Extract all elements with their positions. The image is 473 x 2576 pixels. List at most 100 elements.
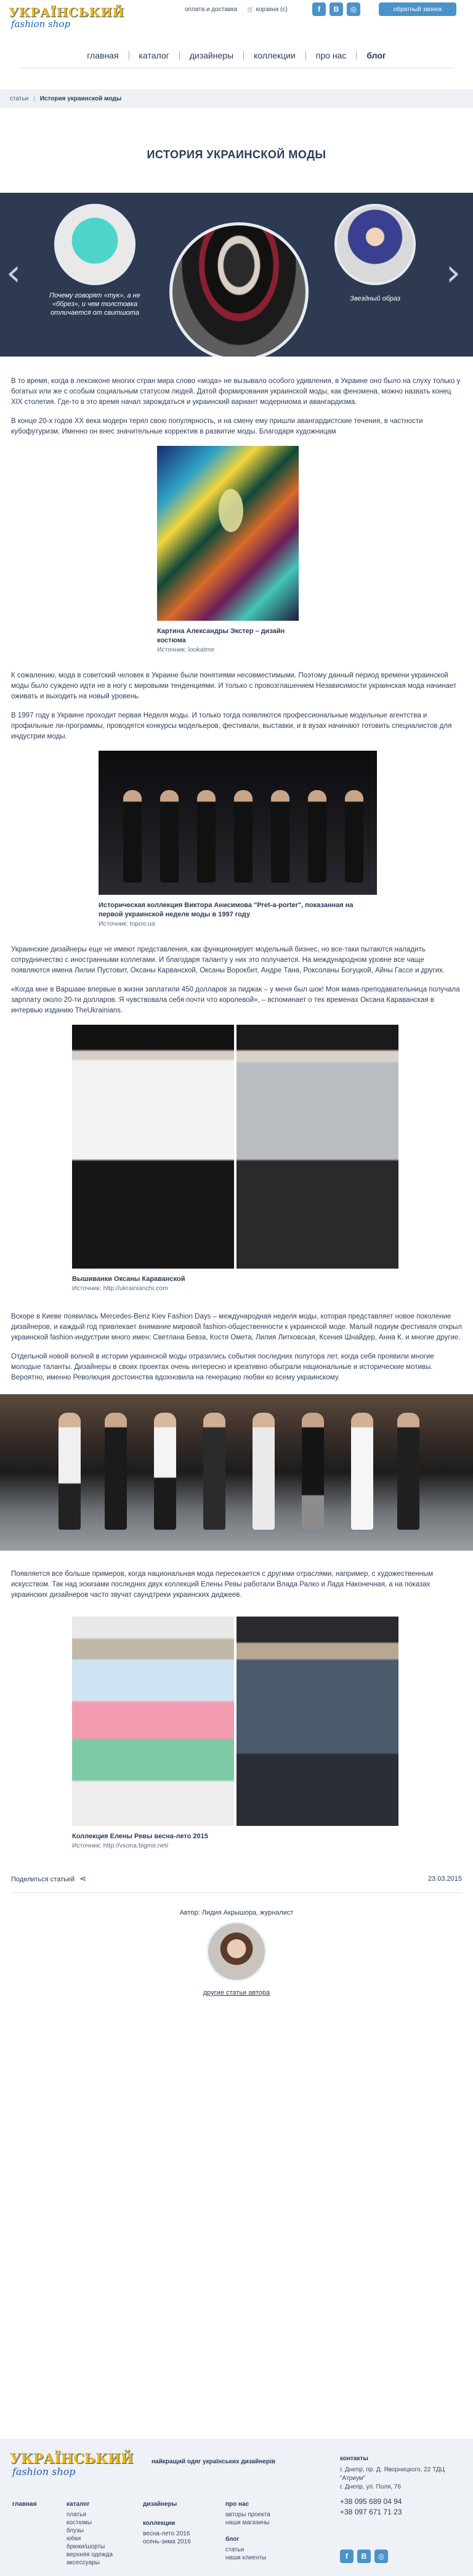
instagram-icon[interactable]: ◎ bbox=[374, 2550, 388, 2563]
reva-images bbox=[72, 1617, 398, 1826]
author-avatar[interactable] bbox=[206, 1921, 267, 1982]
footer-logo[interactable]: УКРАЇНСЬКИЙ fashion shop bbox=[10, 2452, 134, 2478]
footer-contacts: контакты г. Днепр, пр. Д. Яворницкого, 2… bbox=[340, 2455, 463, 2517]
cart-link[interactable]: корзина (с) bbox=[247, 6, 287, 13]
model-silhouette bbox=[197, 790, 216, 882]
share-button[interactable]: Поделиться статьей ⋖ bbox=[11, 1874, 86, 1884]
share-icon: ⋖ bbox=[79, 1874, 87, 1883]
nav-catalog[interactable]: каталог bbox=[129, 50, 179, 60]
model-silhouette bbox=[253, 1413, 275, 1530]
figure-source: Источник: lookatme bbox=[157, 646, 215, 653]
footer-home-link[interactable]: главная bbox=[12, 2500, 36, 2508]
footer-catalog-item[interactable]: блузы bbox=[67, 2527, 113, 2535]
footer-catalog-item[interactable]: аксессуары bbox=[67, 2559, 113, 2567]
facebook-icon[interactable]: f bbox=[312, 2, 326, 16]
footer-about-item[interactable]: авторы проекта bbox=[225, 2511, 270, 2519]
callback-button[interactable]: обратный звонок bbox=[379, 2, 456, 16]
model-silhouette bbox=[351, 1413, 373, 1530]
publish-date: 23.03.2015 bbox=[427, 1875, 462, 1883]
slide-image-center[interactable] bbox=[169, 222, 309, 357]
footer-catalog-item[interactable]: верхняя одежда bbox=[67, 2551, 113, 2559]
footer-blog-item[interactable]: наши клиенты bbox=[225, 2554, 270, 2562]
footer-catalog-item[interactable]: юбки bbox=[67, 2535, 113, 2543]
footer-designers-title[interactable]: дизайнеры bbox=[143, 2500, 191, 2508]
nav-designers[interactable]: дизайнеры bbox=[180, 50, 243, 60]
karavanska-image-2 bbox=[236, 1025, 398, 1269]
model-silhouette bbox=[302, 1413, 324, 1530]
instagram-icon[interactable]: ◎ bbox=[347, 2, 360, 16]
article-paragraph: В конце 20-х годов XX века модерн терял … bbox=[11, 418, 423, 435]
site-header: УКРАЇНСЬКИЙ fashion shop оплата и достав… bbox=[0, 0, 473, 89]
page-title: ИСТОРИЯ УКРАИНСКОЙ МОДЫ bbox=[147, 148, 326, 161]
figure-caption: Картина Александры Экстер – дизайн костю… bbox=[157, 628, 285, 644]
slide-image-right[interactable] bbox=[334, 204, 416, 285]
figure-exter: Картина Александры Экстер – дизайн костю… bbox=[157, 446, 299, 655]
runway-wide-image bbox=[0, 1394, 473, 1551]
slide-image-left[interactable] bbox=[54, 204, 135, 285]
footer-collection-item[interactable]: осень-зима 2016 bbox=[143, 2538, 191, 2546]
share-label: Поделиться статьей bbox=[11, 1876, 75, 1883]
breadcrumb-root[interactable]: статьи bbox=[10, 95, 28, 102]
nav-collections[interactable]: коллекции bbox=[244, 50, 305, 60]
logo-line2: fashion shop bbox=[11, 18, 71, 30]
article-paragraph: Украинские дизайнеры еще не имеют предст… bbox=[11, 946, 445, 974]
article-body: Вскоре в Киеве появилась Mercedes-Benz K… bbox=[0, 1312, 473, 1383]
payment-delivery-link[interactable]: оплата и доставка bbox=[185, 6, 237, 13]
footer-col-home: главная bbox=[12, 2500, 36, 2511]
slide-caption-left[interactable]: Почему говорят «тук», а не «ббрез», и че… bbox=[37, 291, 153, 317]
model-silhouette bbox=[308, 790, 326, 882]
model-silhouette bbox=[123, 790, 142, 882]
slider-next-icon[interactable]: › bbox=[446, 254, 467, 291]
footer-about-title[interactable]: про нас bbox=[225, 2500, 270, 2508]
social-links: f В ◎ bbox=[312, 2, 360, 16]
figure-caption: Коллекция Елены Ревы весна-лето 2015 bbox=[72, 1833, 208, 1840]
figure-source: Источник: http://ukrainianchi.com bbox=[72, 1285, 168, 1292]
model-silhouette bbox=[234, 790, 253, 882]
footer-phone[interactable]: +38 095 689 04 94 bbox=[340, 2497, 463, 2507]
slider-prev-icon[interactable]: ‹ bbox=[6, 254, 27, 291]
site-footer: УКРАЇНСЬКИЙ fashion shop найкращий одяг … bbox=[0, 2439, 473, 2576]
footer-phone[interactable]: +38 097 671 71 23 bbox=[340, 2507, 463, 2517]
site-logo[interactable]: УКРАЇНСЬКИЙ fashion shop bbox=[9, 5, 124, 34]
slide-caption-right[interactable]: Звездный образ bbox=[334, 294, 416, 303]
author-label: Автор: Лидия Акрышора, журналист bbox=[179, 1909, 294, 1916]
footer-address: г. Днепр, пр. Д. Яворницкого, 22 ТДЦ "Ат… bbox=[340, 2466, 445, 2482]
article-body: Появляется все больше примеров, когда на… bbox=[0, 1569, 473, 1601]
anisimov-collection-image bbox=[99, 751, 377, 895]
footer-col-catalog: каталог платья костюмы блузы юбки брюки/… bbox=[67, 2500, 113, 2567]
model-silhouette bbox=[160, 790, 179, 882]
footer-social-links: f В ◎ bbox=[340, 2550, 388, 2563]
article-paragraph: К сожалению, мода в советский человек в … bbox=[11, 672, 457, 700]
footer-collections-title[interactable]: коллекции bbox=[143, 2519, 191, 2527]
footer-catalog-item[interactable]: платья bbox=[67, 2511, 113, 2519]
model-silhouette bbox=[105, 1413, 127, 1530]
karavanska-image-1 bbox=[72, 1025, 234, 1269]
footer-catalog-item[interactable]: брюки/шорты bbox=[67, 2543, 113, 2551]
model-silhouette bbox=[397, 1413, 419, 1530]
footer-catalog-title[interactable]: каталог bbox=[67, 2500, 113, 2508]
logo-line1: УКРАЇНСЬКИЙ bbox=[9, 5, 124, 20]
article-body: Украинские дизайнеры еще не имеют предст… bbox=[0, 945, 473, 1016]
model-silhouette bbox=[59, 1413, 81, 1530]
nav-about[interactable]: про нас bbox=[306, 50, 357, 60]
footer-collection-item[interactable]: весна-лето 2016 bbox=[143, 2530, 191, 2538]
breadcrumb: статьи | История украинской моды bbox=[0, 89, 473, 108]
footer-blog-title[interactable]: блог bbox=[225, 2535, 270, 2543]
nav-blog[interactable]: блог bbox=[357, 50, 395, 60]
vk-icon[interactable]: В bbox=[357, 2550, 371, 2563]
footer-catalog-item[interactable]: костюмы bbox=[67, 2519, 113, 2527]
footer-blog-item[interactable]: статьи bbox=[225, 2546, 270, 2554]
divider bbox=[11, 1892, 462, 1893]
article-body: К сожалению, мода в советский человек в … bbox=[0, 671, 473, 742]
reva-image-2 bbox=[236, 1617, 398, 1826]
footer-contacts-title: контакты bbox=[340, 2455, 368, 2462]
facebook-icon[interactable]: f bbox=[340, 2550, 354, 2563]
figure-source: Источник: http://vsona.bigmir.net/ bbox=[72, 1842, 169, 1849]
footer-about-item[interactable]: наши магазины bbox=[225, 2519, 270, 2527]
related-slider: ‹ Почему говорят «тук», а не «ббрез», и … bbox=[0, 193, 473, 357]
vk-icon[interactable]: В bbox=[329, 2, 343, 16]
footer-logo-line2: fashion shop bbox=[12, 2466, 76, 2477]
nav-home[interactable]: главная bbox=[77, 50, 128, 60]
article-paragraph: Отдельной новой волной в истории украинс… bbox=[11, 1353, 434, 1381]
other-articles-link[interactable]: другие статьи автора bbox=[203, 1989, 270, 1997]
